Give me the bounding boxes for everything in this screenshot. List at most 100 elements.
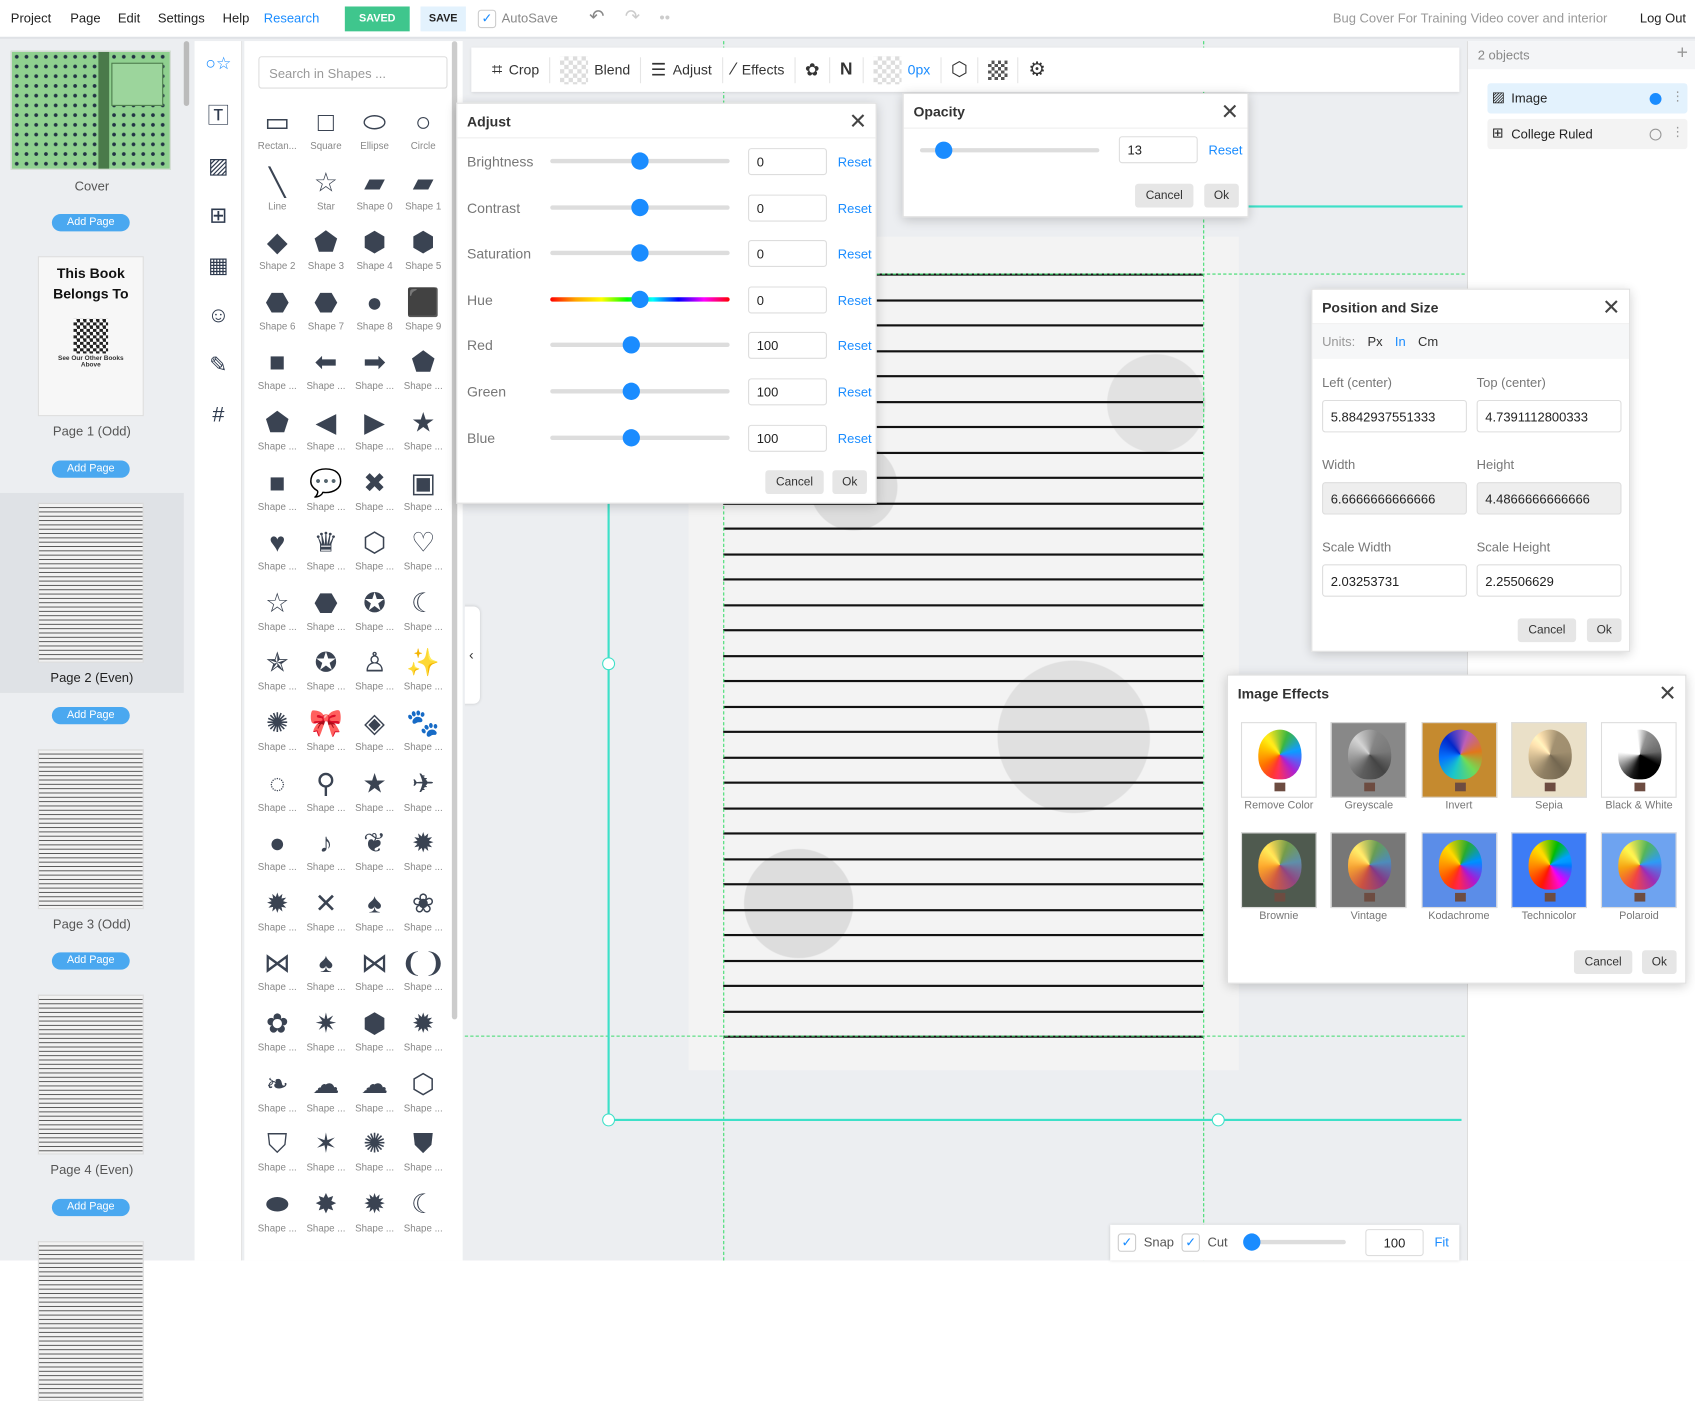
- shape-item[interactable]: ✯ Shape ...: [253, 645, 302, 705]
- shape-item[interactable]: ✺ Shape ...: [253, 705, 302, 765]
- reset-link[interactable]: Reset: [838, 201, 872, 216]
- adjust-input[interactable]: 100: [748, 424, 827, 452]
- effect-option[interactable]: Black & White: [1601, 722, 1677, 812]
- shape-item[interactable]: ⬣ Shape 6: [253, 284, 302, 344]
- cancel-button[interactable]: Cancel: [1135, 183, 1194, 208]
- cover-thumbnail[interactable]: [10, 50, 171, 170]
- shape-item[interactable]: ➡ Shape ...: [350, 344, 399, 404]
- shape-item[interactable]: ⋈ Shape ...: [350, 945, 399, 1005]
- shape-item[interactable]: ○ Circle: [399, 104, 448, 164]
- close-icon[interactable]: ✕: [1221, 98, 1239, 125]
- path-button[interactable]: N: [830, 56, 864, 83]
- shape-item[interactable]: ✺ Shape ...: [350, 1125, 399, 1185]
- shape-item[interactable]: ⛊ Shape ...: [399, 1125, 448, 1185]
- shape-item[interactable]: ♛ Shape ...: [302, 524, 351, 584]
- shape-item[interactable]: ✸ Shape ...: [302, 1186, 351, 1246]
- text-icon[interactable]: 🅃: [203, 102, 233, 132]
- shape-item[interactable]: ✿ Shape ...: [253, 1005, 302, 1065]
- shape-item[interactable]: ♡ Shape ...: [399, 524, 448, 584]
- page-2-thumbnail[interactable]: [37, 502, 144, 663]
- object-item-college-ruled[interactable]: ⊞ College Ruled ⋮: [1487, 118, 1688, 150]
- shape-item[interactable]: ◀ Shape ...: [302, 404, 351, 464]
- scale-width-input[interactable]: 2.03253731: [1322, 564, 1467, 597]
- shape-item[interactable]: □ Square: [302, 104, 351, 164]
- save-button[interactable]: SAVE: [420, 6, 466, 32]
- menu-page[interactable]: Page: [70, 11, 100, 26]
- close-icon[interactable]: ✕: [1659, 680, 1677, 707]
- add-page-button[interactable]: Add Page: [51, 706, 130, 725]
- adjust-slider[interactable]: [550, 244, 730, 262]
- effect-option[interactable]: Brownie: [1240, 832, 1317, 922]
- slider-knob[interactable]: [631, 152, 649, 170]
- shape-item[interactable]: ⬅ Shape ...: [302, 344, 351, 404]
- shape-item[interactable]: ⬣ Shape 7: [302, 284, 351, 344]
- unit-px[interactable]: Px: [1367, 334, 1382, 349]
- shape-item[interactable]: ⬟ Shape ...: [399, 344, 448, 404]
- page-3-thumbnail[interactable]: [37, 749, 144, 910]
- shape-item[interactable]: ⬟ Shape ...: [253, 404, 302, 464]
- shape-item[interactable]: ◆ Shape 2: [253, 224, 302, 284]
- left-input[interactable]: 5.8842937551333: [1322, 399, 1467, 433]
- shape-item[interactable]: ⋈ Shape ...: [253, 945, 302, 1005]
- adjust-input[interactable]: 100: [748, 332, 827, 360]
- opacity-slider[interactable]: [919, 141, 1100, 159]
- reset-link[interactable]: Reset: [838, 431, 872, 446]
- more-vert-icon[interactable]: ⋮: [1671, 124, 1684, 139]
- shape-item[interactable]: ■ Shape ...: [253, 464, 302, 524]
- slider-knob[interactable]: [631, 244, 649, 262]
- shape-item[interactable]: ● Shape 8: [350, 284, 399, 344]
- ok-button[interactable]: Ok: [1586, 618, 1622, 643]
- shape-item[interactable]: ⬛ Shape 9: [399, 284, 448, 344]
- add-page-button[interactable]: Add Page: [51, 1198, 130, 1217]
- shape-item[interactable]: ╲ Line: [253, 164, 302, 224]
- shape-item[interactable]: ◈ Shape ...: [350, 705, 399, 765]
- effect-option[interactable]: Kodachrome: [1421, 832, 1497, 922]
- cut-checkbox[interactable]: ✓: [1181, 1233, 1200, 1252]
- shape-item[interactable]: ✷ Shape ...: [302, 1005, 351, 1065]
- shape-item[interactable]: ▣ Shape ...: [399, 464, 448, 524]
- reset-link[interactable]: Reset: [838, 155, 872, 170]
- shape-item[interactable]: ● Shape ...: [253, 825, 302, 885]
- shape-item[interactable]: ⬟ Shape 3: [302, 224, 351, 284]
- add-page-button[interactable]: Add Page: [51, 214, 130, 232]
- shape-item[interactable]: ♙ Shape ...: [350, 645, 399, 705]
- image-icon[interactable]: ▨: [203, 151, 233, 181]
- shape-item[interactable]: ◌ Shape ...: [253, 765, 302, 825]
- pages-scrollbar[interactable]: [183, 41, 190, 106]
- effect-option[interactable]: Vintage: [1331, 832, 1407, 922]
- shape-item[interactable]: ✪ Shape ...: [302, 645, 351, 705]
- layout-icon[interactable]: ⊞: [203, 201, 233, 231]
- opacity-input[interactable]: 13: [1118, 136, 1198, 164]
- cancel-button[interactable]: Cancel: [765, 470, 824, 495]
- visibility-dot[interactable]: [1649, 92, 1662, 105]
- height-input[interactable]: 4.4866666666666: [1476, 482, 1622, 515]
- shape-item[interactable]: ⬬ Shape ...: [253, 1186, 302, 1246]
- shape-item[interactable]: 💬 Shape ...: [302, 464, 351, 524]
- reset-link[interactable]: Reset: [838, 339, 872, 354]
- shape-item[interactable]: ✨ Shape ...: [399, 645, 448, 705]
- effect-option[interactable]: Technicolor: [1511, 832, 1587, 922]
- shape-item[interactable]: ■ Shape ...: [253, 344, 302, 404]
- snap-checkbox[interactable]: ✓: [1117, 1233, 1137, 1252]
- slider-knob[interactable]: [631, 198, 649, 216]
- shape-item[interactable]: ⬡ Shape ...: [399, 1065, 448, 1125]
- shape-item[interactable]: ☾ Shape ...: [399, 1186, 448, 1246]
- adjust-input[interactable]: 0: [748, 240, 827, 268]
- more-vert-icon[interactable]: ⋮: [1671, 89, 1684, 104]
- brush-icon[interactable]: ✎: [203, 350, 233, 380]
- adjust-slider[interactable]: [550, 198, 730, 216]
- adjust-input[interactable]: 100: [748, 378, 827, 406]
- shape-item[interactable]: ✹ Shape ...: [399, 1005, 448, 1065]
- adjust-input[interactable]: 0: [748, 194, 827, 222]
- effect-option[interactable]: Sepia: [1511, 722, 1587, 812]
- effect-option[interactable]: Greyscale: [1331, 722, 1407, 812]
- reset-link[interactable]: Reset: [838, 385, 872, 400]
- shape-item[interactable]: ⬢ Shape 5: [399, 224, 448, 284]
- top-input[interactable]: 4.7391112800333: [1476, 399, 1622, 433]
- fit-button[interactable]: Fit: [1434, 1235, 1448, 1250]
- unit-in[interactable]: In: [1395, 334, 1406, 349]
- shape-item[interactable]: ✖ Shape ...: [350, 464, 399, 524]
- settings-button[interactable]: ⚙: [1019, 57, 1056, 83]
- shape-item[interactable]: ♠ Shape ...: [302, 945, 351, 1005]
- undo-icon[interactable]: ↶: [589, 6, 604, 28]
